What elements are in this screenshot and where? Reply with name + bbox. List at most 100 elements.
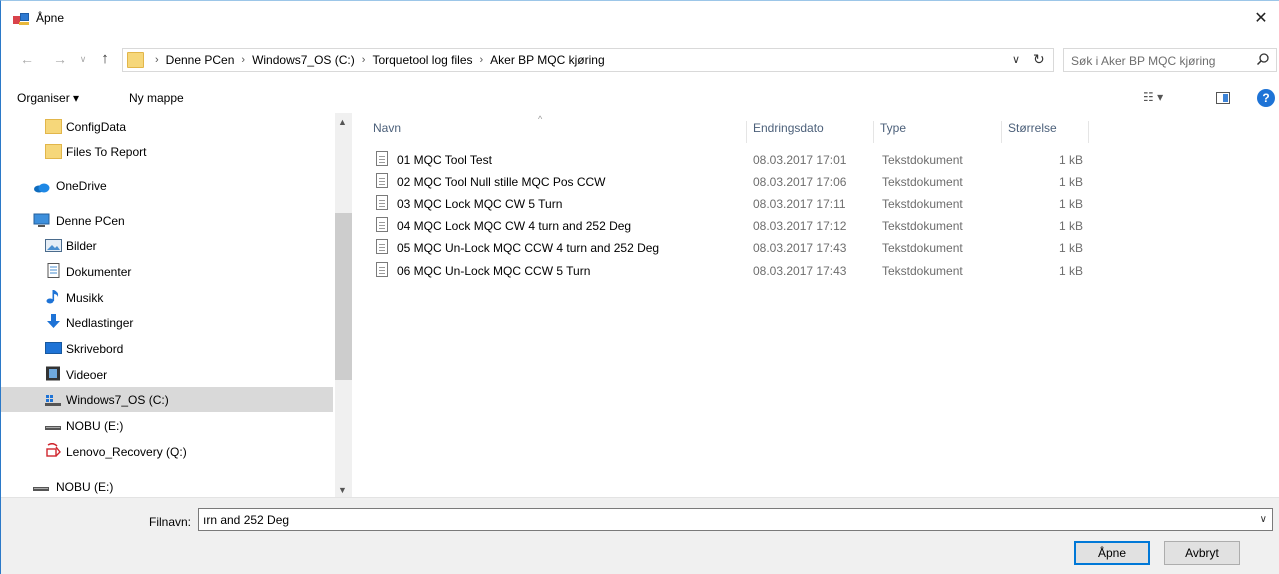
file-size: 1 kB bbox=[1059, 219, 1084, 233]
file-date: 08.03.2017 17:11 bbox=[753, 197, 846, 211]
documents-icon bbox=[47, 263, 60, 278]
music-icon bbox=[46, 290, 59, 304]
filename-label: Filnavn: bbox=[149, 515, 192, 529]
open-button[interactable]: Åpne bbox=[1074, 541, 1150, 565]
sidebar-item-dokumenter[interactable]: Dokumenter bbox=[1, 259, 333, 284]
address-dropdown-icon[interactable]: ∨ bbox=[1012, 53, 1020, 66]
breadcrumb-item[interactable]: Aker BP MQC kjøring bbox=[490, 53, 604, 67]
text-document-icon bbox=[376, 151, 388, 166]
file-type: Tekstdokument bbox=[882, 264, 963, 278]
sidebar-item-label: Videoer bbox=[66, 368, 108, 382]
text-document-icon bbox=[376, 217, 388, 232]
sidebar-item-this-pc[interactable]: Denne PCen bbox=[1, 208, 333, 233]
file-name: 04 MQC Lock MQC CW 4 turn and 252 Deg bbox=[397, 219, 632, 233]
search-icon[interactable] bbox=[1256, 52, 1270, 66]
sidebar-item-nobu-2[interactable]: NOBU (E:) bbox=[1, 474, 333, 497]
file-date: 08.03.2017 17:43 bbox=[753, 241, 847, 255]
breadcrumb-separator: › bbox=[155, 54, 159, 66]
folder-icon bbox=[45, 119, 62, 134]
filename-field[interactable]: ırn and 252 Deg ∨ bbox=[198, 508, 1273, 531]
navigation-scrollbar[interactable]: ▲ ▼ bbox=[335, 113, 352, 497]
sidebar-item-nedlastinger[interactable]: Nedlastinger bbox=[1, 310, 333, 335]
column-header-date[interactable]: Endringsdato bbox=[747, 121, 874, 143]
window-title: Åpne bbox=[36, 11, 65, 25]
scroll-up-icon[interactable]: ▲ bbox=[338, 117, 347, 127]
navigation-pane: ConfigData Files To Report OneDrive Denn… bbox=[1, 113, 353, 497]
cancel-button[interactable]: Avbryt bbox=[1164, 541, 1240, 565]
sidebar-item-label: Musikk bbox=[66, 291, 104, 305]
scrollbar-thumb[interactable] bbox=[335, 213, 352, 380]
sidebar-item-configdata[interactable]: ConfigData bbox=[1, 114, 333, 139]
new-folder-button[interactable]: Ny mappe bbox=[129, 91, 184, 105]
recovery-drive-icon bbox=[46, 443, 61, 457]
sidebar-item-label: Windows7_OS (C:) bbox=[66, 393, 169, 407]
address-bar[interactable]: › Denne PCen › Windows7_OS (C:) › Torque… bbox=[122, 48, 1054, 72]
sidebar-item-files-to-report[interactable]: Files To Report bbox=[1, 139, 333, 164]
forward-icon[interactable]: → bbox=[52, 51, 68, 67]
file-type: Tekstdokument bbox=[882, 241, 963, 255]
breadcrumb-item[interactable]: Windows7_OS (C:) bbox=[252, 53, 355, 67]
file-row[interactable]: 02 MQC Tool Null stille MQC Pos CCW 08.0… bbox=[353, 170, 1279, 192]
sidebar-item-label: Skrivebord bbox=[66, 342, 124, 356]
search-placeholder: Søk i Aker BP MQC kjøring bbox=[1071, 54, 1216, 68]
file-row[interactable]: 01 MQC Tool Test 08.03.2017 17:01 Tekstd… bbox=[353, 148, 1279, 170]
sidebar-item-onedrive[interactable]: OneDrive bbox=[1, 173, 333, 198]
refresh-icon[interactable]: ↻ bbox=[1033, 51, 1045, 68]
file-name: 05 MQC Un-Lock MQC CCW 4 turn and 252 De… bbox=[397, 241, 660, 255]
file-list: ^ Navn Endringsdato Type Størrelse 01 MQ… bbox=[353, 113, 1279, 497]
help-icon[interactable]: ? bbox=[1257, 89, 1275, 107]
videos-icon bbox=[46, 366, 60, 381]
breadcrumb-separator[interactable]: › bbox=[362, 54, 366, 66]
breadcrumb-separator[interactable]: › bbox=[480, 54, 484, 66]
view-options-icon[interactable]: ☷ ▾ bbox=[1143, 90, 1173, 106]
scroll-down-icon[interactable]: ▼ bbox=[338, 485, 347, 495]
text-document-icon bbox=[376, 262, 388, 277]
breadcrumb-item[interactable]: Denne PCen bbox=[166, 53, 235, 67]
breadcrumb-separator[interactable]: › bbox=[241, 54, 245, 66]
sidebar-item-videoer[interactable]: Videoer bbox=[1, 362, 333, 387]
pictures-icon bbox=[45, 239, 62, 252]
sidebar-item-bilder[interactable]: Bilder bbox=[1, 233, 333, 258]
sidebar-item-skrivebord[interactable]: Skrivebord bbox=[1, 336, 333, 361]
folder-icon bbox=[45, 144, 62, 159]
organise-menu-button[interactable]: Organiser ▾ bbox=[17, 91, 79, 105]
sidebar-item-label: Lenovo_Recovery (Q:) bbox=[66, 445, 187, 459]
file-row[interactable]: 03 MQC Lock MQC CW 5 Turn 08.03.2017 17:… bbox=[353, 192, 1279, 214]
sidebar-item-label: OneDrive bbox=[56, 179, 107, 193]
file-name: 03 MQC Lock MQC CW 5 Turn bbox=[397, 197, 563, 211]
file-date: 08.03.2017 17:12 bbox=[753, 219, 847, 233]
file-size: 1 kB bbox=[1059, 241, 1084, 255]
file-row[interactable]: 04 MQC Lock MQC CW 4 turn and 252 Deg 08… bbox=[353, 214, 1279, 236]
up-arrow-icon[interactable]: ↑ bbox=[97, 51, 113, 67]
sidebar-item-lenovo-recovery[interactable]: Lenovo_Recovery (Q:) bbox=[1, 439, 333, 464]
file-type: Tekstdokument bbox=[882, 197, 963, 211]
text-document-icon bbox=[376, 239, 388, 254]
column-header-name[interactable]: Navn bbox=[367, 121, 747, 143]
filename-dropdown-icon[interactable]: ∨ bbox=[1260, 514, 1267, 525]
sidebar-item-nobu[interactable]: NOBU (E:) bbox=[1, 413, 333, 438]
windows-drive-icon bbox=[45, 395, 61, 406]
toolbar: Organiser ▾ Ny mappe ☷ ▾ ? bbox=[1, 83, 1279, 113]
back-icon[interactable]: ← bbox=[19, 51, 35, 67]
sidebar-item-label: Denne PCen bbox=[56, 214, 125, 228]
breadcrumb-item[interactable]: Torquetool log files bbox=[372, 53, 472, 67]
sidebar-item-label: Files To Report bbox=[66, 145, 147, 159]
file-date: 08.03.2017 17:06 bbox=[753, 175, 847, 189]
close-button[interactable]: ✕ bbox=[1243, 1, 1279, 35]
sidebar-item-musikk[interactable]: Musikk bbox=[1, 285, 333, 310]
usb-drive-icon bbox=[45, 426, 61, 430]
file-row[interactable]: 05 MQC Un-Lock MQC CCW 4 turn and 252 De… bbox=[353, 236, 1279, 258]
file-name: 06 MQC Un-Lock MQC CCW 5 Turn bbox=[397, 264, 591, 278]
sidebar-item-label: NOBU (E:) bbox=[66, 419, 124, 433]
recent-locations-icon[interactable]: ∨ bbox=[75, 51, 91, 67]
column-header-type[interactable]: Type bbox=[874, 121, 1002, 143]
sidebar-item-windows7-os[interactable]: Windows7_OS (C:) bbox=[1, 387, 333, 412]
onedrive-icon bbox=[34, 183, 50, 193]
file-row[interactable]: 06 MQC Un-Lock MQC CCW 5 Turn 08.03.2017… bbox=[353, 259, 1279, 281]
sidebar-item-label: NOBU (E:) bbox=[56, 480, 114, 494]
search-input[interactable]: Søk i Aker BP MQC kjøring bbox=[1063, 48, 1277, 72]
file-date: 08.03.2017 17:43 bbox=[753, 264, 847, 278]
preview-pane-icon[interactable] bbox=[1216, 92, 1230, 104]
desktop-icon bbox=[45, 342, 62, 354]
column-header-size[interactable]: Størrelse bbox=[1002, 121, 1089, 143]
